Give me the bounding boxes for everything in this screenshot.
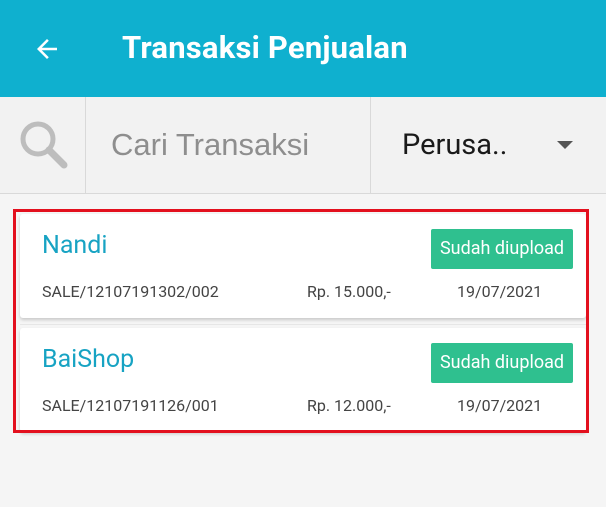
company-filter-dropdown[interactable]: Perusa..	[370, 97, 606, 193]
search-button[interactable]	[0, 97, 86, 193]
search-input[interactable]	[86, 97, 370, 193]
filter-selected-value: Perusa..	[402, 128, 508, 162]
search-icon	[20, 121, 67, 169]
back-button[interactable]	[22, 24, 72, 74]
app-bar: Transaksi Penjualan	[0, 0, 606, 97]
caret-down-icon	[557, 141, 573, 149]
highlight-annotation	[13, 209, 589, 433]
page-title: Transaksi Penjualan	[122, 29, 408, 66]
arrow-left-icon	[37, 39, 57, 59]
search-bar: Perusa..	[0, 97, 606, 194]
